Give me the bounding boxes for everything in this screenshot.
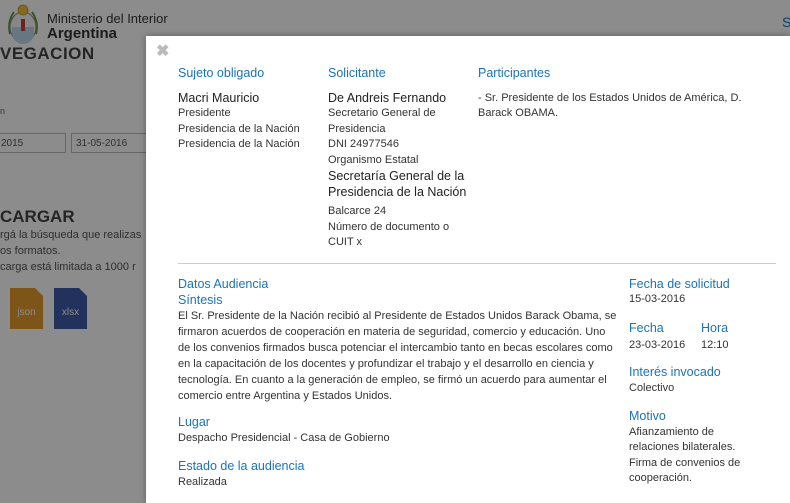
motivo-label: Motivo: [629, 409, 666, 423]
solicitante-header: Solicitante: [328, 66, 386, 80]
fecha-solicitud-label: Fecha de solicitud: [629, 277, 730, 291]
participantes-header: Participantes: [478, 66, 551, 80]
interes-label: Interés invocado: [629, 365, 721, 379]
sujeto-name: Macri Mauricio: [178, 91, 260, 105]
solicitante-tipo: Organismo Estatal: [328, 154, 419, 166]
hora-label: Hora: [701, 321, 729, 335]
hora-value: 12:10: [701, 339, 729, 351]
solicitante-org-1: Secretaría General de la: [328, 169, 465, 183]
sintesis-text: El Sr. Presidente de la Nación recibió a…: [178, 310, 617, 402]
estado-label: Estado de la audiencia: [178, 459, 305, 473]
solicitante-name: De Andreis Fernando: [328, 91, 447, 105]
estado-value: Realizada: [178, 476, 227, 488]
sujeto-header: Sujeto obligado: [178, 66, 265, 80]
solicitante-direccion: Balcarce 24: [328, 205, 387, 217]
sujeto-org-2: Presidencia de la Nación: [178, 138, 300, 150]
sintesis-label: Síntesis: [178, 293, 223, 307]
lugar-label: Lugar: [178, 415, 210, 429]
motivo-line-1: Afianzamiento de: [629, 426, 714, 438]
solicitante-org-2: Presidencia de la Nación: [328, 185, 467, 199]
sujeto-org-1: Presidencia de la Nación: [178, 123, 300, 135]
solicitante-doc-1: Número de documento o: [328, 221, 450, 233]
section-divider: [178, 263, 776, 264]
motivo-line-2: relaciones bilaterales.: [629, 441, 736, 453]
lugar-value: Despacho Presidencial - Casa de Gobierno: [178, 432, 390, 444]
fecha-solicitud-value: 15-03-2016: [629, 293, 686, 305]
fecha-label: Fecha: [629, 321, 664, 335]
solicitante-dni: DNI 24977546: [328, 138, 399, 150]
sujeto-cargo: Presidente: [178, 107, 231, 119]
solicitante-cargo-1: Secretario General de: [328, 107, 436, 119]
solicitante-cargo-2: Presidencia: [328, 123, 386, 135]
audiencia-header: Datos Audiencia: [178, 277, 269, 291]
close-icon[interactable]: ✖: [156, 44, 169, 60]
motivo-line-3: Firma de convenios de: [629, 457, 741, 469]
participante-line-1: - Sr. Presidente de los Estados Unidos d…: [478, 92, 742, 104]
participante-line-2: Barack OBAMA.: [478, 107, 559, 119]
audience-detail-modal: ✖ Sujeto obligado Macri Mauricio Preside…: [146, 36, 790, 503]
motivo-line-4: cooperación.: [629, 472, 692, 484]
interes-value: Colectivo: [629, 382, 675, 394]
fecha-value: 23-03-2016: [629, 339, 686, 351]
solicitante-doc-2: CUIT x: [328, 236, 363, 248]
